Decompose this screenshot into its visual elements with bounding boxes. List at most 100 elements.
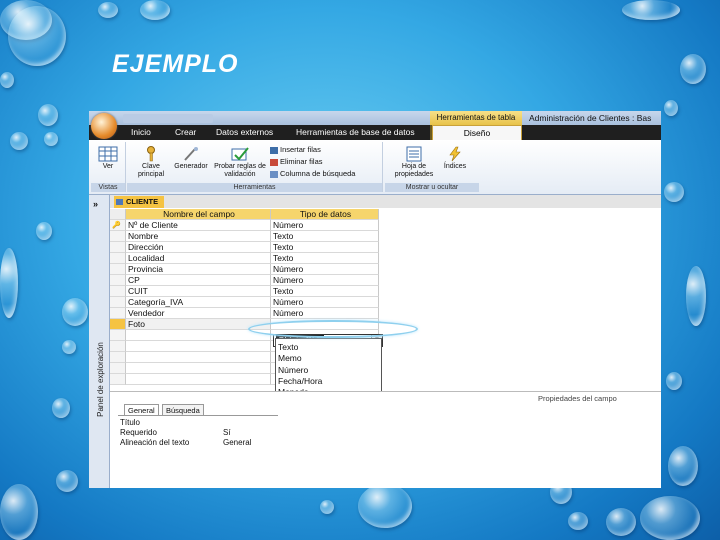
builder-button[interactable]: Generador	[171, 146, 211, 171]
indexes-button[interactable]: Índices	[437, 146, 473, 171]
view-button[interactable]: Ver	[93, 146, 123, 171]
context-tab-header: Herramientas de tabla	[430, 111, 522, 125]
delete-rows-icon	[270, 158, 278, 166]
table-design-view: CLIENTE Nombre del campo Tipo de datos 🔑…	[110, 195, 661, 488]
data-type-cell[interactable]: Texto	[271, 231, 379, 242]
field-name-cell[interactable]: CP	[126, 275, 271, 286]
field-name-cell[interactable]: Localidad	[126, 253, 271, 264]
table-row[interactable]: Categoría_IVA Número	[110, 297, 661, 308]
water-drop	[680, 54, 706, 84]
nav-toggle-icon[interactable]: »	[93, 199, 98, 209]
table-row[interactable]: CP Número	[110, 275, 661, 286]
field-name-cell[interactable]	[126, 352, 271, 363]
tab-crear[interactable]: Crear	[171, 125, 200, 140]
document-tab-label: CLIENTE	[126, 197, 159, 206]
lookup-column-button[interactable]: Columna de búsqueda	[270, 169, 355, 178]
dropdown-option[interactable]: Memo	[276, 353, 381, 364]
water-drop	[52, 398, 70, 418]
data-type-cell[interactable]: Número	[271, 297, 379, 308]
table-row[interactable]: Localidad Texto	[110, 253, 661, 264]
ribbon: Ver Vistas Clave principal Generador Pro…	[89, 140, 661, 195]
row-selector[interactable]	[110, 374, 126, 385]
dropdown-option[interactable]: Número	[276, 365, 381, 376]
nav-pane-label: Panel de exploración	[95, 342, 105, 417]
field-name-cell[interactable]	[126, 330, 271, 341]
row-selector[interactable]	[110, 308, 126, 319]
row-selector[interactable]	[110, 319, 126, 330]
table-row[interactable]	[110, 374, 661, 385]
row-selector[interactable]	[110, 286, 126, 297]
field-name-cell[interactable]: Vendedor	[126, 308, 271, 319]
row-selector[interactable]	[110, 363, 126, 374]
data-type-cell[interactable]: Número	[271, 275, 379, 286]
test-validation-label: Probar reglas de validación	[214, 163, 266, 178]
table-row[interactable]	[110, 363, 661, 374]
row-selector[interactable]	[110, 242, 126, 253]
column-header-data-type[interactable]: Tipo de datos	[271, 209, 379, 220]
row-selector[interactable]	[110, 330, 126, 341]
primary-key-button[interactable]: Clave principal	[133, 146, 169, 179]
table-row[interactable]: Vendedor Número	[110, 308, 661, 319]
navigation-pane[interactable]: » Panel de exploración	[89, 195, 110, 488]
row-selector[interactable]	[110, 231, 126, 242]
row-selector[interactable]	[110, 275, 126, 286]
table-row[interactable]: 🔑 Nº de Cliente Número	[110, 220, 661, 231]
primary-key-label: Clave principal	[137, 163, 165, 178]
document-tab-cliente[interactable]: CLIENTE	[114, 196, 164, 208]
property-row-alineacion[interactable]: Alineación del texto General	[120, 438, 251, 448]
data-type-cell[interactable]: Número	[271, 308, 379, 319]
field-name-cell[interactable]: CUIT	[126, 286, 271, 297]
group-mostrar-ocultar: Hoja de propiedades Índices Mostrar u oc…	[385, 142, 479, 192]
table-row[interactable]: Provincia Número	[110, 264, 661, 275]
builder-label: Generador	[174, 163, 208, 170]
water-drop	[668, 446, 698, 486]
water-drop	[568, 512, 588, 530]
dropdown-option[interactable]: Fecha/Hora	[276, 376, 381, 387]
row-selector[interactable]	[110, 341, 126, 352]
row-selector-header	[110, 209, 126, 220]
row-selector[interactable]	[110, 352, 126, 363]
field-name-cell[interactable]: Provincia	[126, 264, 271, 275]
property-row-requerido[interactable]: Requerido Sí	[120, 428, 231, 438]
row-selector[interactable]	[110, 264, 126, 275]
property-sheet-button[interactable]: Hoja de propiedades	[393, 146, 435, 179]
tab-herramientas-bd[interactable]: Herramientas de base de datos	[292, 125, 419, 140]
field-name-cell[interactable]	[126, 374, 271, 385]
delete-rows-button[interactable]: Eliminar filas	[270, 157, 323, 166]
tab-inicio[interactable]: Inicio	[127, 125, 155, 140]
tab-datos-externos[interactable]: Datos externos	[212, 125, 277, 140]
column-header-field-name[interactable]: Nombre del campo	[126, 209, 271, 220]
data-type-cell[interactable]: Número	[271, 264, 379, 275]
insert-rows-button[interactable]: Insertar filas	[270, 145, 321, 154]
row-selector[interactable]	[110, 253, 126, 264]
table-row[interactable]: Nombre Texto	[110, 231, 661, 242]
insert-rows-icon	[270, 146, 278, 154]
office-button[interactable]	[91, 113, 117, 139]
data-type-cell[interactable]: Texto	[271, 286, 379, 297]
data-type-cell[interactable]: Texto	[271, 242, 379, 253]
field-name-cell[interactable]	[126, 363, 271, 374]
table-row[interactable]	[110, 341, 661, 352]
property-row-titulo[interactable]: Título	[120, 418, 140, 428]
dropdown-option[interactable]: Texto	[276, 342, 381, 353]
field-name-cell[interactable]: Dirección	[126, 242, 271, 253]
water-drop	[0, 72, 14, 88]
data-type-cell[interactable]: Número	[271, 220, 379, 231]
lightning-icon	[449, 146, 461, 162]
table-row[interactable]: CUIT Texto	[110, 286, 661, 297]
test-validation-button[interactable]: Probar reglas de validación	[213, 146, 267, 179]
field-name-cell[interactable]: Nº de Cliente	[126, 220, 271, 231]
table-row[interactable]: Dirección Texto	[110, 242, 661, 253]
field-name-cell[interactable]: Categoría_IVA	[126, 297, 271, 308]
table-row[interactable]	[110, 352, 661, 363]
quick-access-toolbar[interactable]	[123, 114, 213, 123]
highlight-ellipse	[248, 320, 418, 338]
tab-diseno[interactable]: Diseño	[432, 125, 522, 141]
data-type-cell[interactable]: Texto	[271, 253, 379, 264]
row-selector[interactable]	[110, 297, 126, 308]
table-icon	[116, 199, 123, 205]
water-drop	[8, 6, 66, 66]
field-name-cell[interactable]	[126, 341, 271, 352]
field-name-cell[interactable]: Nombre	[126, 231, 271, 242]
key-icon[interactable]: 🔑	[110, 220, 126, 231]
